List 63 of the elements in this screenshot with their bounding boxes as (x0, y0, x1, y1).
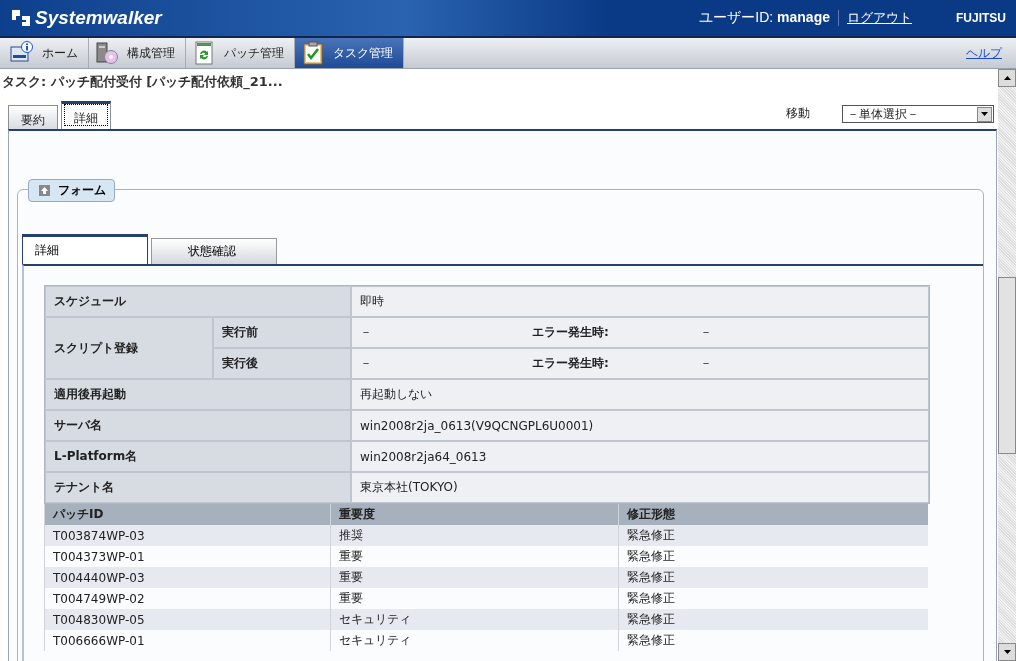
field-value: － (700, 324, 712, 341)
table-cell: 緊急修正 (618, 609, 928, 630)
logo-icon (10, 8, 32, 28)
table-cell: T004440WP-03 (44, 567, 331, 588)
logo-text: Systemwalker (35, 7, 162, 29)
table-cell: セキュリティ (330, 630, 619, 651)
table-cell: セキュリティ (330, 609, 619, 630)
collapse-icon (39, 185, 50, 196)
field-label: テナント名 (45, 472, 351, 503)
table-cell: T006666WP-01 (44, 630, 331, 651)
table-cell: T003874WP-03 (44, 525, 331, 546)
up-arrow-icon (1003, 76, 1011, 80)
field-label: スケジュール (45, 286, 351, 317)
user-id-text: ユーザーID: manage (699, 9, 830, 27)
table-cell: 推奨 (330, 525, 619, 546)
table-cell: T004830WP-05 (44, 609, 331, 630)
table-cell: 緊急修正 (618, 525, 928, 546)
info-monitor-icon (10, 41, 34, 65)
move-select[interactable]: －単体選択－ (842, 105, 994, 123)
brand-text: FUJITSU (956, 11, 1006, 25)
clipboard-check-icon (301, 41, 325, 65)
field-label: 実行前 (213, 317, 351, 348)
column-header: 修正形態 (618, 504, 928, 525)
table-cell: 緊急修正 (618, 567, 928, 588)
scroll-up-button[interactable] (998, 69, 1016, 87)
field-value: win2008r2ja_0613(V9QCNGPL6U0001) (351, 410, 929, 441)
scrollbar-thumb[interactable] (998, 277, 1016, 454)
logout-link[interactable]: ログアウト (847, 9, 912, 27)
nav-tab[interactable]: タスク管理 (295, 38, 404, 68)
field-value: 再起動しない (351, 379, 929, 410)
nav-tab[interactable]: パッチ管理 (186, 38, 295, 68)
field-label: 適用後再起動 (45, 379, 351, 410)
column-header: パッチID (44, 504, 331, 525)
field-label: 実行後 (213, 348, 351, 379)
tab[interactable]: 詳細 (61, 101, 111, 129)
help-link[interactable]: ヘルプ (966, 44, 1002, 62)
tab[interactable]: 詳細 (22, 234, 148, 264)
nav-tab[interactable]: ホーム (4, 38, 89, 68)
down-arrow-icon (1003, 650, 1011, 654)
field-value: － (360, 355, 373, 372)
document-refresh-icon (192, 41, 216, 65)
field-label: スクリプト登録 (45, 317, 213, 379)
nav-tab[interactable]: 構成管理 (89, 38, 186, 68)
form-legend[interactable]: フォーム (28, 179, 115, 202)
field-value: win2008r2ja64_0613 (351, 441, 929, 472)
scroll-down-button[interactable] (998, 643, 1016, 661)
field-value: 東京本社(TOKYO) (351, 472, 929, 503)
field-value: － (700, 355, 712, 372)
field-label: エラー発生時: (532, 355, 610, 372)
field-label: サーバ名 (45, 410, 351, 441)
table-cell: 重要 (330, 567, 619, 588)
field-label: L-Platform名 (45, 441, 351, 472)
field-value: － (360, 324, 373, 341)
column-header: 重要度 (330, 504, 619, 525)
tab[interactable]: 要約 (8, 105, 58, 129)
dropdown-caret-icon (981, 112, 988, 116)
field-value: 即時 (351, 286, 929, 317)
field-label: エラー発生時: (532, 324, 610, 341)
task-title: タスク: パッチ配付受付 [パッチ配付依頼_21... (2, 74, 283, 89)
server-disc-icon (95, 41, 119, 65)
table-cell: 緊急修正 (618, 630, 928, 651)
tab[interactable]: 状態確認 (151, 238, 277, 264)
move-label: 移動 (786, 105, 810, 122)
